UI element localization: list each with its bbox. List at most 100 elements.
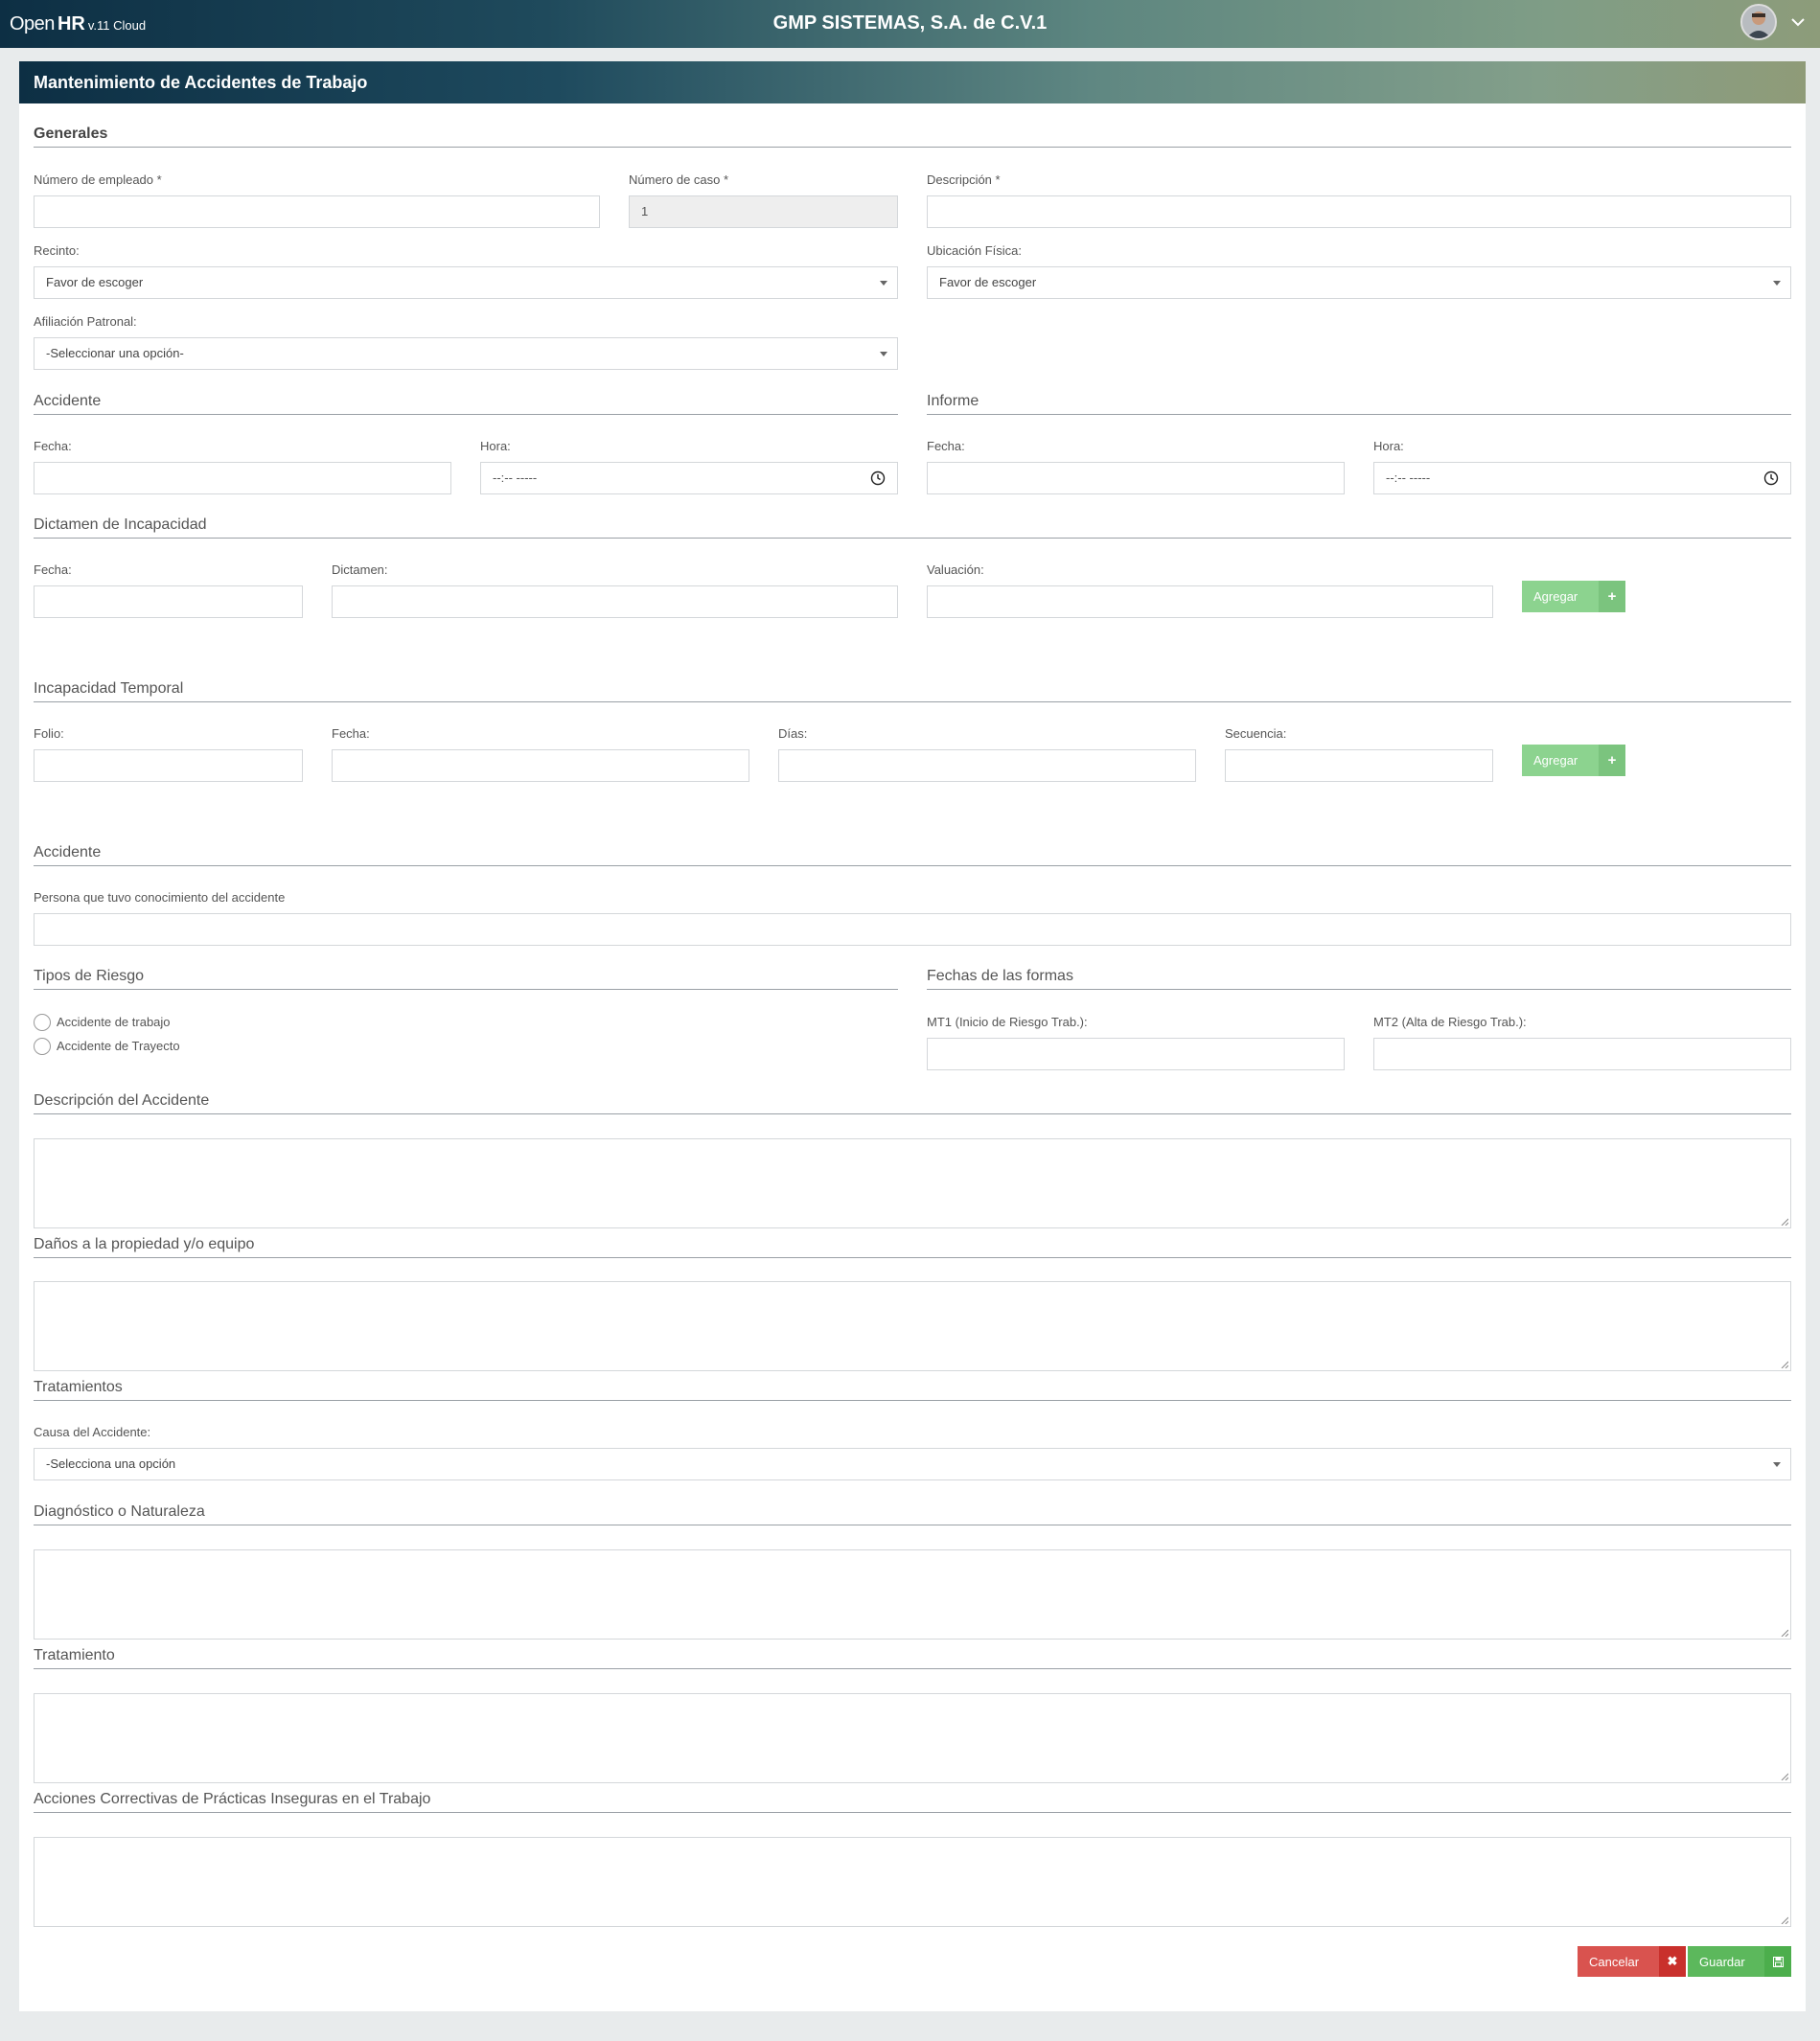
radio-accidente-trabajo[interactable]: [34, 1014, 51, 1031]
dictamen-label: Dictamen:: [332, 562, 388, 577]
caret-down-icon: [880, 281, 887, 286]
afiliacion-label: Afiliación Patronal:: [34, 314, 137, 329]
accident-date-label: Fecha:: [34, 439, 72, 453]
ubicacion-value: Favor de escoger: [939, 275, 1037, 289]
resize-grip-icon[interactable]: [1781, 1361, 1788, 1368]
case-number-input[interactable]: 1: [629, 195, 898, 228]
incapacidad-date-input[interactable]: [332, 749, 749, 782]
accident-date-input[interactable]: [34, 462, 451, 494]
resize-grip-icon[interactable]: [1781, 1773, 1788, 1780]
radio-label-trabajo: Accidente de trabajo: [57, 1015, 171, 1029]
section-descripcion-accidente: Descripción del Accidente: [34, 1092, 1791, 1114]
accident-time-label: Hora:: [480, 439, 511, 453]
section-incapacidad: Incapacidad Temporal: [34, 680, 1791, 702]
radio-accidente-trayecto[interactable]: [34, 1038, 51, 1055]
page-title: Mantenimiento de Accidentes de Trabajo: [19, 61, 1806, 103]
acciones-textarea[interactable]: [34, 1837, 1791, 1927]
dictamen-date-label: Fecha:: [34, 562, 72, 577]
floppy-disk-icon: [1764, 1946, 1791, 1977]
add-incapacidad-button[interactable]: Agregar +: [1522, 745, 1625, 776]
section-accidente-persona: Accidente: [34, 844, 1791, 866]
description-input[interactable]: [927, 195, 1791, 228]
incapacidad-date-label: Fecha:: [332, 726, 370, 741]
case-number-label: Número de caso *: [629, 172, 729, 187]
recinto-label: Recinto:: [34, 243, 80, 258]
section-diagnostico: Diagnóstico o Naturaleza: [34, 1503, 1791, 1525]
section-tratamientos: Tratamientos: [34, 1379, 1791, 1401]
valuacion-label: Valuación:: [927, 562, 984, 577]
resize-grip-icon[interactable]: [1781, 1916, 1788, 1924]
section-acciones-correctivas: Acciones Correctivas de Prácticas Insegu…: [34, 1791, 1791, 1813]
dias-label: Días:: [778, 726, 808, 741]
section-danos: Daños a la propiedad y/o equipo: [34, 1236, 1791, 1258]
section-dictamen: Dictamen de Incapacidad: [34, 516, 1791, 539]
mt1-input[interactable]: [927, 1038, 1345, 1070]
section-accidente: Accidente: [34, 393, 898, 415]
plus-icon: +: [1599, 581, 1625, 612]
add-button-label: Agregar: [1533, 589, 1578, 604]
section-tipos-riesgo: Tipos de Riesgo: [34, 968, 898, 990]
main-panel: Mantenimiento de Accidentes de Trabajo G…: [19, 61, 1806, 2011]
top-navbar: Open HR v.11 Cloud GMP SISTEMAS, S.A. de C…: [0, 0, 1820, 48]
afiliacion-select[interactable]: -Seleccionar una opción-: [34, 337, 898, 370]
descripcion-accidente-textarea[interactable]: [34, 1138, 1791, 1228]
dictamen-input[interactable]: [332, 585, 898, 618]
secuencia-label: Secuencia:: [1225, 726, 1287, 741]
secuencia-input[interactable]: [1225, 749, 1493, 782]
caret-down-icon: [1773, 281, 1781, 286]
report-date-label: Fecha:: [927, 439, 965, 453]
accident-time-input[interactable]: --:-- -----: [480, 462, 898, 494]
causa-label: Causa del Accidente:: [34, 1425, 151, 1439]
dictamen-date-input[interactable]: [34, 585, 303, 618]
recinto-value: Favor de escoger: [46, 275, 144, 289]
section-fechas-formas: Fechas de las formas: [927, 968, 1791, 990]
section-informe: Informe: [927, 393, 1791, 415]
time-placeholder: --:-- -----: [493, 470, 538, 485]
folio-input[interactable]: [34, 749, 303, 782]
plus-icon: +: [1599, 745, 1625, 776]
causa-value: -Selecciona una opción: [46, 1456, 176, 1471]
afiliacion-value: -Seleccionar una opción-: [46, 346, 184, 360]
save-button[interactable]: Guardar: [1688, 1946, 1791, 1977]
save-button-label: Guardar: [1699, 1955, 1745, 1969]
mt2-input[interactable]: [1373, 1038, 1791, 1070]
tratamiento-textarea[interactable]: [34, 1693, 1791, 1783]
causa-select[interactable]: -Selecciona una opción: [34, 1448, 1791, 1480]
report-time-input[interactable]: --:-- -----: [1373, 462, 1791, 494]
resize-grip-icon[interactable]: [1781, 1218, 1788, 1226]
add-button-label: Agregar: [1533, 753, 1578, 768]
chevron-down-icon[interactable]: [1788, 12, 1808, 32]
cancel-button[interactable]: Cancelar ✖: [1578, 1946, 1686, 1977]
report-time-label: Hora:: [1373, 439, 1404, 453]
folio-label: Folio:: [34, 726, 64, 741]
company-name: GMP SISTEMAS, S.A. de C.V.1: [772, 12, 1048, 34]
report-date-input[interactable]: [927, 462, 1345, 494]
section-generales: Generales: [34, 126, 1791, 148]
add-dictamen-button[interactable]: Agregar +: [1522, 581, 1625, 612]
ubicacion-label: Ubicación Física:: [927, 243, 1022, 258]
mt2-label: MT2 (Alta de Riesgo Trab.):: [1373, 1015, 1527, 1029]
recinto-select[interactable]: Favor de escoger: [34, 266, 898, 299]
ubicacion-select[interactable]: Favor de escoger: [927, 266, 1791, 299]
valuacion-input[interactable]: [927, 585, 1493, 618]
caret-down-icon: [880, 352, 887, 356]
mt1-label: MT1 (Inicio de Riesgo Trab.):: [927, 1015, 1088, 1029]
resize-grip-icon[interactable]: [1781, 1629, 1788, 1637]
caret-down-icon: [1773, 1462, 1781, 1467]
employee-number-label: Número de empleado *: [34, 172, 162, 187]
dias-input[interactable]: [778, 749, 1196, 782]
avatar[interactable]: [1740, 4, 1777, 40]
close-icon: ✖: [1659, 1946, 1686, 1977]
radio-label-trayecto: Accidente de Trayecto: [57, 1039, 180, 1053]
persona-input[interactable]: [34, 913, 1791, 946]
persona-label: Persona que tuvo conocimiento del accide…: [34, 890, 286, 905]
danos-textarea[interactable]: [34, 1281, 1791, 1371]
time-placeholder: --:-- -----: [1386, 470, 1431, 485]
employee-number-input[interactable]: [34, 195, 600, 228]
diagnostico-textarea[interactable]: [34, 1549, 1791, 1640]
clock-icon[interactable]: [870, 470, 886, 486]
section-tratamiento: Tratamiento: [34, 1647, 1791, 1669]
cancel-button-label: Cancelar: [1589, 1955, 1640, 1969]
clock-icon[interactable]: [1763, 470, 1779, 486]
description-label: Descripción *: [927, 172, 1001, 187]
